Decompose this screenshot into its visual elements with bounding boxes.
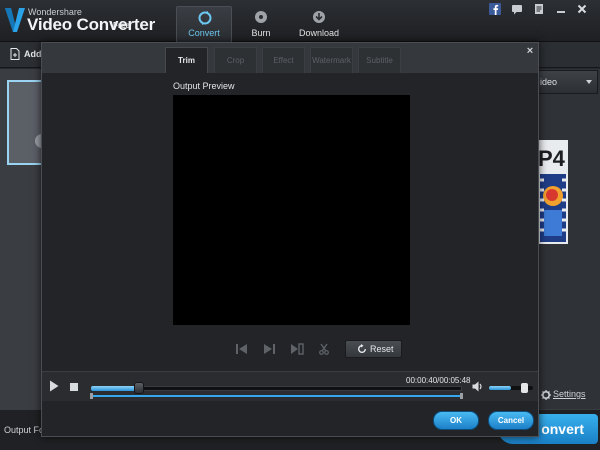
stop-icon[interactable] [70,383,78,391]
tab-effect[interactable]: Effect [262,47,305,73]
next-frame-icon[interactable] [262,343,276,355]
trim-end-handle[interactable] [460,393,463,399]
close-icon[interactable]: × [524,45,536,59]
top-bar: Wondershare Video Converter Free Convert… [0,0,600,42]
dialog-tab-bar: Trim Crop Effect Watermark Subtitle × [42,43,538,73]
mp4-format-icon[interactable]: P4 [538,140,568,244]
reset-button-label: Reset [370,344,394,354]
trim-start-handle[interactable] [90,393,93,399]
brand-product: Video Converter [27,15,156,34]
seek-track[interactable] [91,386,462,391]
tab-convert[interactable]: Convert [176,6,232,42]
cancel-button[interactable]: Cancel [488,411,534,430]
edit-dialog: Trim Crop Effect Watermark Subtitle × Ou… [41,42,539,437]
tab-crop[interactable]: Crop [214,47,257,73]
seek-progress [91,386,136,391]
reset-icon [358,344,366,353]
tab-burn[interactable]: Burn [233,6,289,42]
play-icon[interactable] [49,380,59,392]
tab-burn-label: Burn [251,28,271,38]
volume-handle[interactable] [521,383,528,393]
settings-link[interactable]: Settings [553,389,586,399]
reset-button[interactable]: Reset [345,340,402,358]
seek-handle[interactable] [134,382,144,394]
tab-trim[interactable]: Trim [165,47,208,73]
volume-level [489,386,511,390]
previous-frame-icon[interactable] [235,343,249,355]
output-preview [173,95,410,325]
preview-title: Output Preview [173,81,235,91]
volume-icon[interactable] [472,381,484,392]
close-app-icon[interactable] [576,3,588,15]
minimize-icon[interactable] [555,3,567,15]
register-icon[interactable] [533,3,545,15]
svg-text:P4: P4 [538,146,566,171]
cut-icon[interactable] [317,343,331,355]
output-format-select[interactable]: ideo [538,70,598,94]
file-thumbnail[interactable] [7,80,43,165]
end-marker-icon[interactable] [290,343,304,355]
download-icon [313,11,325,23]
chevron-down-icon [586,80,592,84]
logo-v-icon [5,8,25,32]
tab-download[interactable]: Download [291,6,347,42]
facebook-icon[interactable] [489,3,501,15]
tab-download-label: Download [298,28,340,38]
convert-icon [198,11,212,25]
add-files-label: Add [24,49,42,59]
tab-watermark[interactable]: Watermark [310,47,353,73]
app-window: Wondershare Video Converter Free Convert… [0,0,600,450]
tab-convert-label: Convert [188,28,220,38]
timecode: 00:00:40/00:05:48 [406,376,471,385]
ok-button[interactable]: OK [433,411,479,430]
disc-icon [255,11,267,23]
tab-subtitle[interactable]: Subtitle [358,47,401,73]
brand-edition: Free [113,21,130,30]
output-format-value: ideo [540,77,558,87]
add-file-icon [10,48,20,60]
gear-icon[interactable] [541,390,551,400]
trim-range [91,395,462,397]
output-folder-label: Output Fol [4,425,47,435]
chat-icon[interactable] [511,3,523,15]
convert-button-label: onvert [541,421,584,437]
